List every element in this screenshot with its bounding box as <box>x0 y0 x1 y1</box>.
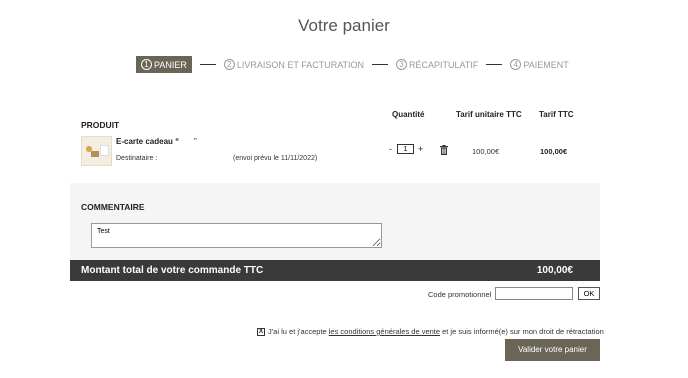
promo-code-input[interactable] <box>495 287 573 300</box>
page-title: Votre panier <box>298 16 390 35</box>
terms-checkbox[interactable]: X <box>257 327 265 336</box>
product-name-end: ” <box>194 137 197 146</box>
step-paiement[interactable]: 4 PAIEMENT <box>510 56 569 73</box>
quantity-input[interactable] <box>397 144 414 154</box>
unit-price: 100,00€ <box>472 147 500 156</box>
order-total-label: Montant total de votre commande TTC <box>81 265 264 276</box>
step-separator <box>199 64 216 65</box>
order-total-value: 100,00€ <box>536 265 573 276</box>
line-total-price: 100,00€ <box>540 147 568 156</box>
comment-section: COMMENTAIRE Test <box>70 183 600 260</box>
terms-text-before: J'ai lu et j'accepte <box>268 327 327 336</box>
step-number: 1 <box>141 59 152 70</box>
step-separator <box>372 64 389 65</box>
promo-code-label: Code promotionnel <box>428 290 492 299</box>
comment-textarea[interactable]: Test <box>91 223 382 248</box>
column-quantite: Quantité <box>392 110 425 119</box>
step-livraison[interactable]: 2 LIVRAISON ET FACTURATION <box>223 56 365 73</box>
quantity-decrease-button[interactable]: - <box>389 144 392 154</box>
step-separator <box>486 64 503 65</box>
order-total-bar: Montant total de votre commande TTC 100,… <box>70 260 600 281</box>
column-tarif-ttc: Tarif TTC <box>539 110 574 119</box>
terms-text-after: et je suis informé(e) sur mon droit de r… <box>442 327 604 336</box>
step-number: 2 <box>223 59 235 70</box>
terms-link[interactable]: les conditions générales de vente <box>329 327 440 336</box>
product-thumbnail[interactable] <box>81 136 112 166</box>
comment-label: COMMENTAIRE <box>81 202 145 212</box>
product-destinataire: Destinataire : <box>116 155 158 162</box>
quantity-increase-button[interactable]: + <box>418 144 423 154</box>
trash-icon[interactable] <box>440 145 448 155</box>
product-envoi-date: (envoi prévu le 11/11/2022) <box>233 155 318 162</box>
step-label: LIVRAISON ET FACTURATION <box>236 59 365 70</box>
promo-ok-button[interactable]: OK <box>578 287 600 300</box>
step-label: PANIER <box>154 59 187 70</box>
step-recapitulatif[interactable]: 3 RÉCAPITULATIF <box>396 56 478 73</box>
step-number: 4 <box>510 59 522 70</box>
step-label: RÉCAPITULATIF <box>409 59 479 70</box>
step-panier[interactable]: 1 PANIER <box>136 56 192 73</box>
column-tarif-unitaire: Tarif unitaire TTC <box>456 110 522 119</box>
checkout-stepper: 1 PANIER 2 LIVRAISON ET FACTURATION 3 RÉ… <box>136 56 569 73</box>
step-number: 3 <box>396 59 408 70</box>
validate-cart-button[interactable]: Valider votre panier <box>505 339 600 361</box>
column-produit: PRODUIT <box>81 120 120 130</box>
step-label: PAIEMENT <box>523 59 569 70</box>
product-name[interactable]: E-carte cadeau “ <box>116 137 179 146</box>
terms-acceptance: X J'ai lu et j'accepte les conditions gé… <box>257 327 604 336</box>
